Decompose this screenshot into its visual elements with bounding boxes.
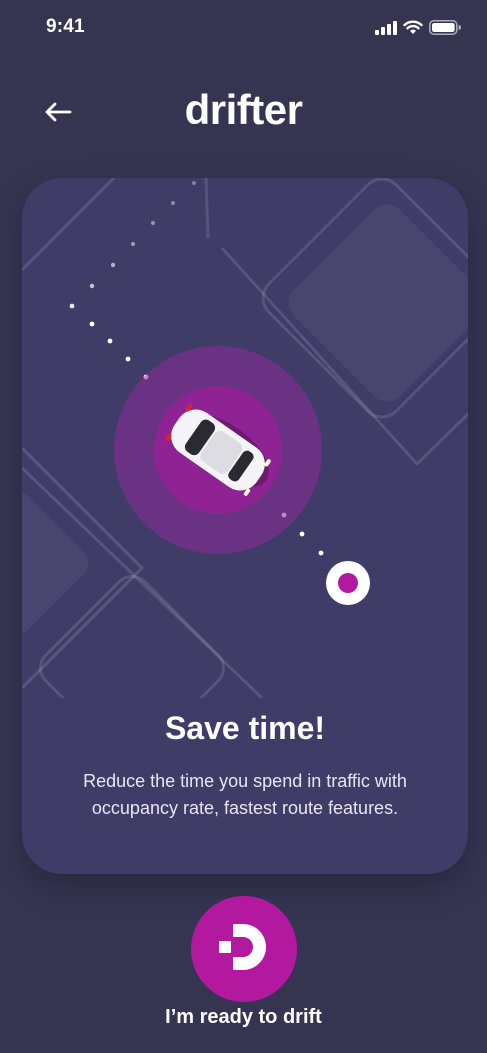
signal-icon <box>375 20 397 40</box>
drifter-d-icon <box>219 923 269 975</box>
app-logo: drifter <box>184 86 303 133</box>
map-illustration <box>22 178 468 698</box>
card-description: Reduce the time you spend in traffic wit… <box>83 771 407 818</box>
card-title: Save time! <box>164 710 326 746</box>
wifi-icon <box>403 20 423 40</box>
ready-to-drift-button[interactable] <box>191 896 297 1002</box>
ready-to-drift-label[interactable]: I’m ready to drift <box>0 1006 487 1029</box>
status-time: 9:41 <box>46 16 85 37</box>
status-icons <box>375 20 462 40</box>
onboarding-card: Save time! Reduce the time you spend in … <box>22 178 468 874</box>
battery-icon <box>429 20 462 40</box>
header: drifter <box>0 80 487 150</box>
status-bar: 9:41 <box>0 0 487 56</box>
destination-pin-inner <box>338 573 358 593</box>
